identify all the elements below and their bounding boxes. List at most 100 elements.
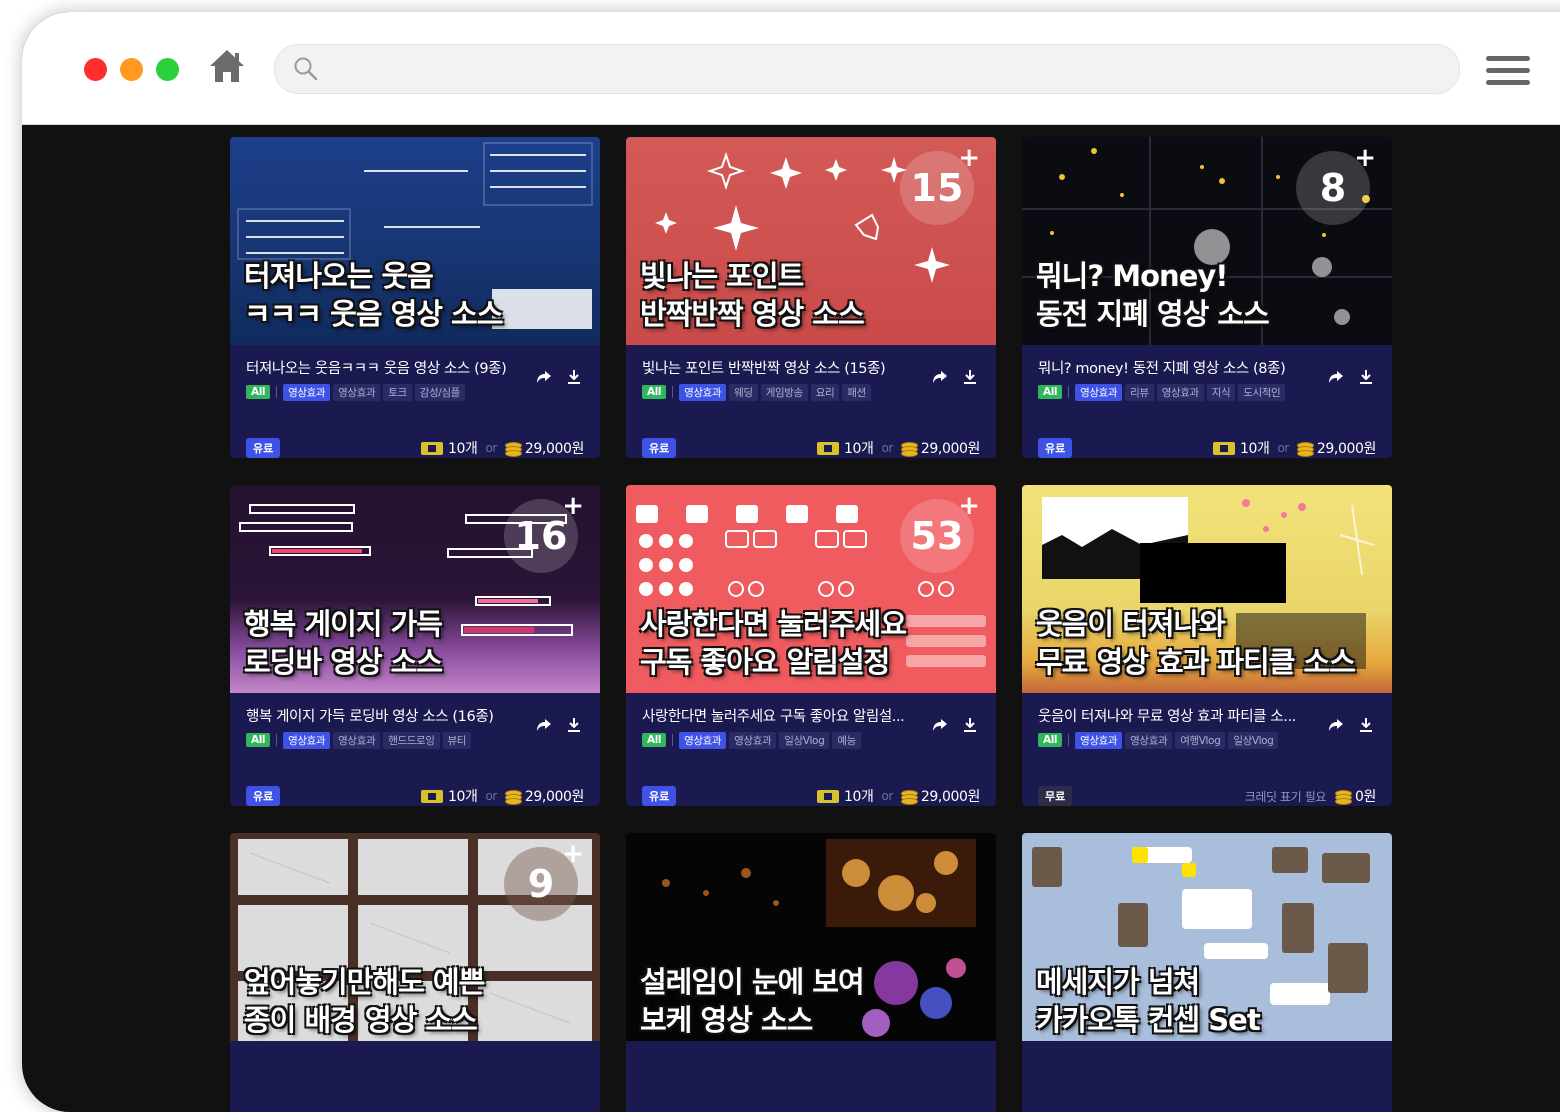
tag-all[interactable]: All: [642, 733, 667, 747]
thumbnail-title: 터져나오는 웃음 ㅋㅋㅋ 웃음 영상 소스: [244, 259, 503, 331]
tag[interactable]: 여행Vlog: [1175, 731, 1226, 749]
thumbnail-title: 뭐니? Money! 동전 지폐 영상 소스: [1036, 259, 1270, 331]
share-icon[interactable]: [932, 717, 948, 733]
download-icon[interactable]: [566, 717, 582, 733]
tag-all[interactable]: All: [246, 385, 271, 399]
card-thumbnail[interactable]: 8 + 뭐니? Money! 동전 지폐 영상 소스: [1022, 137, 1392, 345]
tag-primary[interactable]: 영상효과: [283, 383, 331, 401]
card-title[interactable]: 행복 게이지 가득 로딩바 영상 소스 (16종): [246, 705, 536, 725]
price-info: 10개 or 29,000원: [816, 786, 980, 806]
tag[interactable]: 게임방송: [760, 383, 808, 401]
tag[interactable]: 뷰티: [442, 731, 472, 749]
tag-primary[interactable]: 영상효과: [679, 731, 727, 749]
minimize-window-button[interactable]: [120, 58, 143, 81]
card-thumbnail[interactable]: 터져나오는 웃음 ㅋㅋㅋ 웃음 영상 소스: [230, 137, 600, 345]
credit-notice: 크레딧 표기 필요: [1244, 789, 1327, 804]
tag[interactable]: 리뷰: [1125, 383, 1154, 401]
card-title[interactable]: 터져나오는 웃음ㅋㅋㅋ 웃음 영상 소스 (9종): [246, 357, 536, 377]
download-icon[interactable]: [1358, 717, 1374, 733]
credit-amount: 10개: [843, 789, 874, 805]
tag[interactable]: 영상효과: [333, 383, 381, 401]
card-thumbnail[interactable]: 설레임이 눈에 보여 보케 영상 소스: [626, 833, 996, 1041]
credit-amount: 10개: [447, 441, 478, 457]
hamburger-menu-icon[interactable]: [1486, 56, 1530, 90]
tag[interactable]: 감성/심플: [414, 383, 465, 401]
search-input[interactable]: [331, 45, 1435, 93]
tag[interactable]: 토크: [383, 383, 412, 401]
download-icon[interactable]: [962, 717, 978, 733]
tag[interactable]: 핸드드로잉: [383, 731, 440, 749]
card-thumbnail[interactable]: 16 + 행복 게이지 가득 로딩바 영상 소스: [230, 485, 600, 693]
product-card[interactable]: 15 + 빛나는 포인트 반짝반짝 영상 소스 빛나는 포인트 반짝반짝 영상 소…: [626, 137, 996, 458]
product-card[interactable]: 설레임이 눈에 보여 보케 영상 소스: [626, 833, 996, 1112]
tag-primary[interactable]: 영상효과: [1075, 383, 1123, 401]
item-count-badge: 9 +: [504, 841, 584, 921]
card-title[interactable]: 빛나는 포인트 반짝반짝 영상 소스 (15종): [642, 357, 932, 377]
coin-icon: [1335, 789, 1352, 805]
tag-primary[interactable]: 영상효과: [283, 731, 331, 749]
share-icon[interactable]: [536, 717, 552, 733]
share-icon[interactable]: [1328, 717, 1344, 733]
card-title[interactable]: 웃음이 터져나와 무료 영상 효과 파티클 소...: [1038, 705, 1328, 725]
card-thumbnail[interactable]: 메세지가 넘쳐 카카오톡 컨셉 Set: [1022, 833, 1392, 1041]
credit-ticket-icon: [816, 441, 839, 455]
share-icon[interactable]: [1328, 369, 1344, 385]
tag[interactable]: 영상효과: [1125, 731, 1173, 749]
tag[interactable]: 지식: [1206, 383, 1236, 401]
browser-toolbar: [22, 12, 1560, 125]
tag-list: All 영상효과 웨딩 게임방송 요리 패션: [642, 383, 982, 401]
tag-all[interactable]: All: [1038, 385, 1063, 399]
price-amount: 29,000원: [920, 441, 980, 457]
tag[interactable]: 패션: [842, 383, 871, 401]
product-card[interactable]: 53 + 사랑한다면 눌러주세요 구독 좋아요 알림설정 사랑한다면 눌러주세요 …: [626, 485, 996, 806]
card-thumbnail[interactable]: 9 + 엎어놓기만해도 예쁜 종이 배경 영상 소스: [230, 833, 600, 1041]
tag-divider: [276, 734, 278, 746]
tag-all[interactable]: All: [246, 733, 271, 747]
tag[interactable]: 웨딩: [729, 383, 758, 401]
card-title[interactable]: 뭐니? money! 동전 지폐 영상 소스 (8종): [1038, 357, 1328, 377]
paid-badge: 유료: [1038, 438, 1073, 458]
tag[interactable]: 영상효과: [333, 731, 381, 749]
tag-divider: [1068, 386, 1070, 398]
product-card[interactable]: 메세지가 넘쳐 카카오톡 컨셉 Set: [1022, 833, 1392, 1112]
price-info: 10개 or 29,000원: [1212, 438, 1376, 458]
tag[interactable]: 일상Vlog: [779, 731, 830, 749]
tag-all[interactable]: All: [1038, 733, 1063, 747]
maximize-window-button[interactable]: [156, 58, 179, 81]
tag-primary[interactable]: 영상효과: [679, 383, 727, 401]
search-bar[interactable]: [274, 44, 1460, 94]
product-card[interactable]: 9 + 엎어놓기만해도 예쁜 종이 배경 영상 소스: [230, 833, 600, 1112]
tag-all[interactable]: All: [642, 385, 667, 399]
tag[interactable]: 요리: [810, 383, 840, 401]
product-card[interactable]: 16 + 행복 게이지 가득 로딩바 영상 소스 행복 게이지 가득 로딩바 영상…: [230, 485, 600, 806]
share-icon[interactable]: [536, 369, 552, 385]
thumbnail-title: 메세지가 넘쳐 카카오톡 컨셉 Set: [1036, 965, 1261, 1037]
credit-ticket-icon: [816, 789, 839, 803]
download-icon[interactable]: [1358, 369, 1374, 385]
price-amount: 0원: [1355, 789, 1376, 805]
tag-list: All 영상효과 영상효과 여행Vlog 일상Vlog: [1038, 731, 1378, 749]
tag[interactable]: 영상효과: [1156, 383, 1204, 401]
tag[interactable]: 예능: [832, 731, 861, 749]
card-thumbnail[interactable]: 15 + 빛나는 포인트 반짝반짝 영상 소스: [626, 137, 996, 345]
close-window-button[interactable]: [84, 58, 107, 81]
product-card[interactable]: 터져나오는 웃음 ㅋㅋㅋ 웃음 영상 소스 터져나오는 웃음ㅋㅋㅋ 웃음 영상 …: [230, 137, 600, 458]
search-icon: [294, 57, 318, 81]
product-card[interactable]: 웃음이 터져나와 무료 영상 효과 파티클 소스 웃음이 터져나와 무료 영상 …: [1022, 485, 1392, 806]
download-icon[interactable]: [962, 369, 978, 385]
home-icon[interactable]: [208, 48, 246, 84]
credit-ticket-icon: [420, 441, 443, 455]
card-thumbnail[interactable]: 53 + 사랑한다면 눌러주세요 구독 좋아요 알림설정: [626, 485, 996, 693]
tag[interactable]: 도시적인: [1238, 383, 1286, 401]
tag[interactable]: 일상Vlog: [1228, 731, 1279, 749]
or-label: or: [1277, 441, 1289, 455]
product-card[interactable]: 8 + 뭐니? Money! 동전 지폐 영상 소스 뭐니? money! 동전 …: [1022, 137, 1392, 458]
download-icon[interactable]: [566, 369, 582, 385]
tag-primary[interactable]: 영상효과: [1075, 731, 1123, 749]
or-label: or: [881, 441, 893, 455]
card-thumbnail[interactable]: 웃음이 터져나와 무료 영상 효과 파티클 소스: [1022, 485, 1392, 693]
share-icon[interactable]: [932, 369, 948, 385]
tag[interactable]: 영상효과: [729, 731, 777, 749]
card-title[interactable]: 사랑한다면 눌러주세요 구독 좋아요 알림설...: [642, 705, 932, 725]
credit-amount: 10개: [1239, 441, 1270, 457]
